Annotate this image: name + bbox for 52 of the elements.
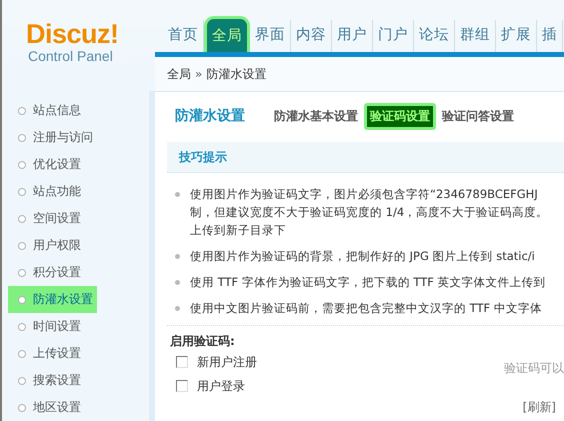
page-title: 防灌水设置 xyxy=(175,107,245,125)
setting-label: 启用验证码: xyxy=(170,333,236,350)
bullet-icon xyxy=(175,280,180,285)
tip-text: 上传到新子目录下 xyxy=(190,222,287,239)
checkbox-label: 新用户注册 xyxy=(197,354,257,370)
nav-tab[interactable]: 全局 xyxy=(204,16,250,52)
logo-text: Discuz! xyxy=(26,20,120,48)
sidebar-item[interactable]: 站点信息 xyxy=(2,97,149,124)
bullet-icon xyxy=(18,376,26,384)
bullet-icon xyxy=(18,160,26,168)
tips-heading: 技巧提示 xyxy=(179,148,227,166)
logo-subtitle: Control Panel xyxy=(27,48,114,64)
breadcrumb-link[interactable]: 防灌水设置 xyxy=(206,66,266,82)
sidebar-item[interactable]: 地区设置 xyxy=(2,394,149,421)
sidebar-item[interactable]: 空间设置 xyxy=(2,205,149,232)
bullet-icon xyxy=(18,134,26,142)
bullet-icon xyxy=(18,214,26,222)
sidebar-item[interactable]: 时间设置 xyxy=(2,313,149,340)
bullet-icon xyxy=(18,296,26,304)
tip-text: 制，但建议宽度不大于验证码宽度的 1/4，高度不大于验证码高度。 xyxy=(190,204,548,221)
refresh-link[interactable]: [刷新] xyxy=(522,399,556,416)
bullet-icon xyxy=(175,192,180,197)
checkbox-label: 用户登录 xyxy=(197,378,245,394)
sub-tab[interactable]: 验证码设置 xyxy=(364,102,436,130)
bullet-icon xyxy=(18,188,26,196)
sidebar-item[interactable]: 站点功能 xyxy=(2,178,149,205)
breadcrumb-link[interactable]: 全局 xyxy=(167,66,191,82)
bullet-icon xyxy=(18,350,26,358)
bullet-icon xyxy=(18,404,26,412)
bullet-icon xyxy=(175,254,180,259)
tip-text: 使用中文图片验证码前，需要把包含完整中文汉字的 TTF 中文字体 xyxy=(190,300,542,317)
bullet-icon xyxy=(18,106,26,114)
tip-text: 使用图片作为验证码文字，图片必须包含字符“2346789BCEFGHJ xyxy=(190,186,539,203)
checkbox[interactable] xyxy=(176,356,188,368)
bullet-icon xyxy=(18,242,26,250)
tip-text: 使用图片作为验证码的背景，把制作好的 JPG 图片上传到 static/i xyxy=(190,248,535,265)
sidebar-item[interactable]: 用户权限 xyxy=(2,232,149,259)
checkbox[interactable] xyxy=(176,380,188,392)
sidebar-item[interactable]: 防灌水设置 xyxy=(8,286,97,313)
sub-tab[interactable]: 验证问答设置 xyxy=(439,106,517,126)
bullet-icon xyxy=(175,306,180,311)
sub-tab[interactable]: 防灌水基本设置 xyxy=(271,106,361,126)
sidebar-item[interactable]: 上传设置 xyxy=(2,340,149,367)
sidebar-item[interactable]: 搜索设置 xyxy=(2,367,149,394)
sidebar-item[interactable]: 注册与访问 xyxy=(2,124,149,151)
sidebar-item[interactable]: 积分设置 xyxy=(2,259,149,286)
bullet-icon xyxy=(18,322,26,330)
tip-text: 使用 TTF 字体作为验证码文字，把下载的 TTF 英文字体文件上传到 xyxy=(190,274,546,291)
breadcrumb-separator: » xyxy=(195,67,202,81)
hint-text: 验证码可以 xyxy=(504,360,564,377)
sidebar-item[interactable]: 优化设置 xyxy=(2,151,149,178)
bullet-icon xyxy=(18,268,26,276)
